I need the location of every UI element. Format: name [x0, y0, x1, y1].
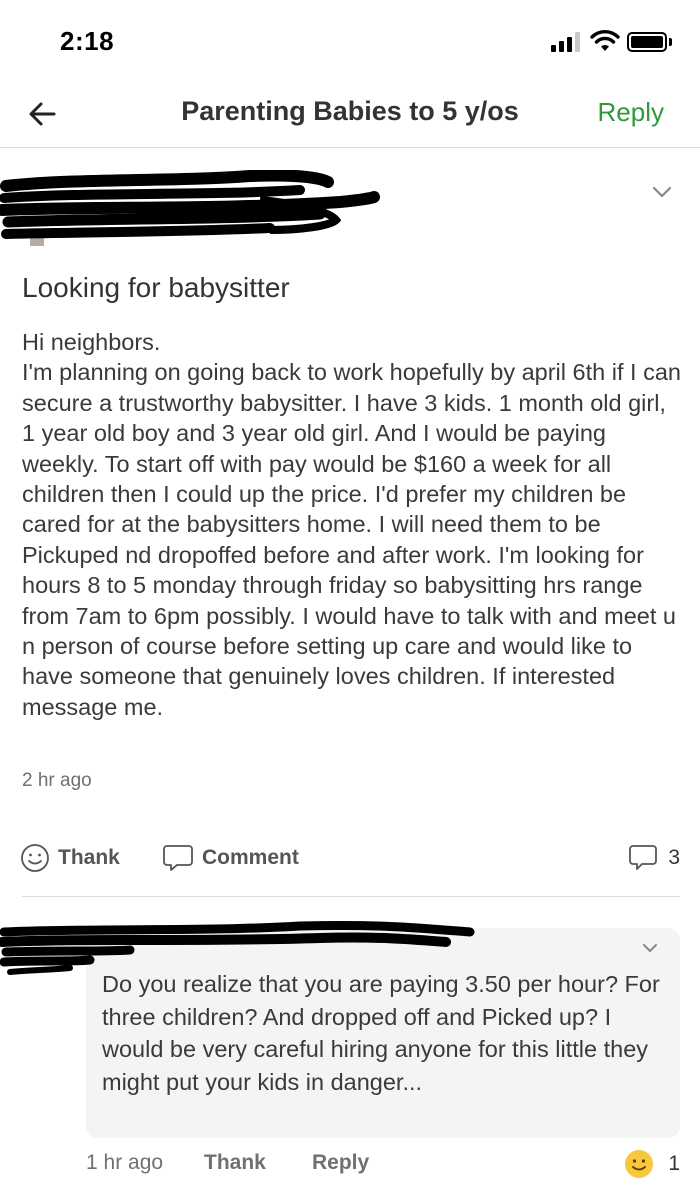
reply-timestamp: 1 hr ago	[86, 1151, 164, 1174]
reply-text: Do you realize that you are paying 3.50 …	[102, 971, 660, 1095]
comment-button[interactable]: Comment	[162, 838, 299, 878]
page-title: Parenting Babies to 5 y/os	[181, 96, 519, 126]
reply-button[interactable]: Reply	[598, 97, 664, 128]
post-timestamp: 2 hr ago	[22, 770, 92, 791]
wifi-icon	[590, 30, 620, 51]
reply-footer: 1 hr ago Thank Reply 1	[86, 1148, 686, 1180]
divider	[22, 896, 680, 897]
status-bar: 2:18	[0, 0, 700, 80]
comment-bubble-icon	[163, 845, 193, 871]
thank-label: Thank	[58, 846, 120, 869]
reply-reply-button[interactable]: Reply	[312, 1151, 369, 1175]
comment-label: Comment	[202, 846, 299, 869]
thank-button[interactable]: Thank	[20, 838, 120, 878]
battery-tip	[669, 38, 672, 46]
reaction-summary[interactable]: 1	[624, 1148, 680, 1180]
nav-bar: Parenting Babies to 5 y/os Reply	[0, 82, 700, 148]
redacted-author-scribble	[0, 170, 380, 246]
comment-count-value: 3	[668, 846, 680, 869]
chevron-down-icon[interactable]	[640, 940, 660, 956]
comment-bubble-icon	[629, 845, 658, 870]
cellular-signal-icon	[551, 32, 581, 52]
battery-icon	[627, 32, 667, 52]
post-body: Hi neighbors. I'm planning on going back…	[22, 329, 681, 720]
smiley-emoji-icon	[625, 1150, 654, 1178]
smiley-outline-icon	[21, 844, 49, 872]
reaction-count: 1	[668, 1152, 680, 1175]
reply-thank-button[interactable]: Thank	[204, 1151, 266, 1175]
post-title: Looking for babysitter	[22, 272, 290, 303]
chevron-down-icon[interactable]	[650, 182, 674, 202]
comment-count[interactable]: 3	[628, 838, 680, 878]
post-actions: Thank Comment 3	[0, 838, 700, 878]
status-time: 2:18	[60, 26, 115, 56]
